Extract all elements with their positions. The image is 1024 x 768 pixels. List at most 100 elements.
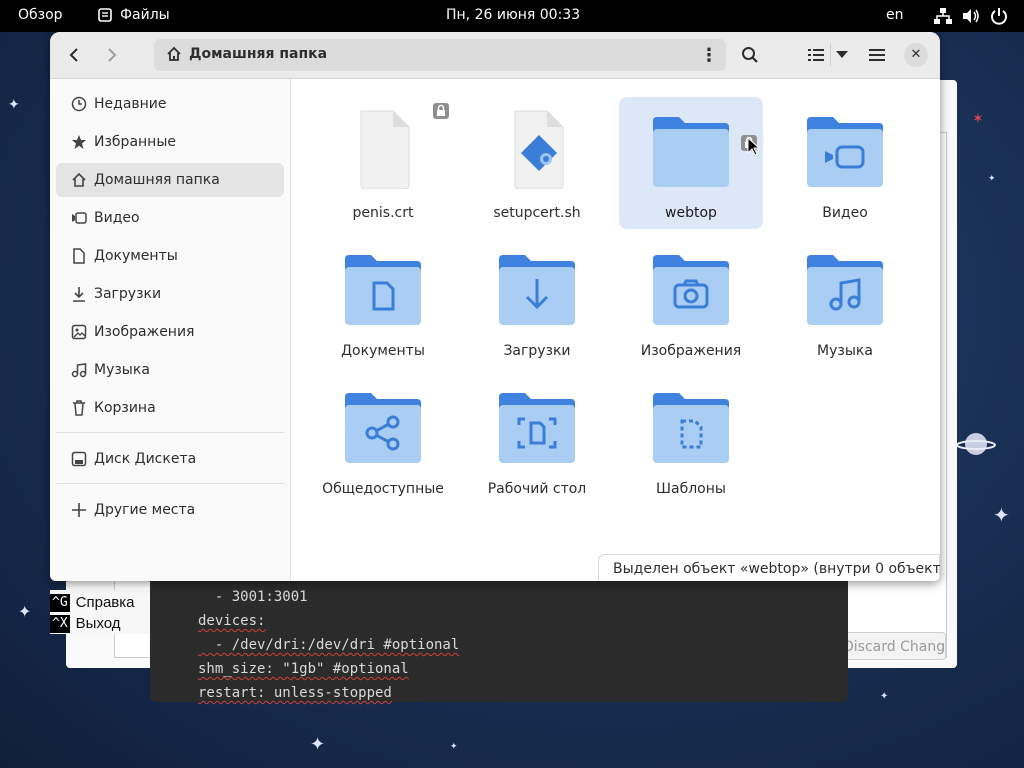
top-bar: Обзор Файлы Пн, 26 июня 00:33 en [0, 0, 1024, 32]
files-app-icon [98, 8, 112, 22]
close-icon: ✕ [910, 47, 922, 62]
planet-decoration [956, 433, 996, 455]
main-menu-button[interactable] [863, 41, 891, 69]
keyboard-layout-indicator[interactable]: en [886, 7, 904, 23]
file-item-setupcert-sh[interactable]: setupcert.sh [465, 97, 609, 229]
files-window: Домашняя папка ⋮ ✕ Недавние Избранные До… [50, 32, 940, 581]
terminal-editor[interactable]: - 3001:3001 devices: - /dev/dri:/dev/dri… [150, 580, 848, 702]
documents-folder-icon [345, 255, 421, 325]
list-view-button[interactable] [802, 41, 830, 69]
downloads-folder-icon [499, 255, 575, 325]
shortcut-key: ^X [50, 614, 70, 633]
sidebar-item-label: Недавние [94, 96, 167, 112]
code-line: devices: [198, 613, 266, 629]
sidebar-item-downloads[interactable]: Загрузки [56, 277, 284, 311]
sidebar-item-other-locations[interactable]: Другие места [56, 493, 284, 527]
sidebar-item-label: Домашняя папка [94, 172, 220, 188]
trash-icon [68, 400, 90, 416]
file-item-music[interactable]: Музыка [773, 235, 917, 367]
sidebar-item-videos[interactable]: Видео [56, 201, 284, 235]
file-item-desktop[interactable]: Рабочий стол [465, 373, 609, 505]
generic-file-icon [360, 110, 410, 189]
video-folder-icon [807, 117, 883, 187]
sidebar-item-label: Музыка [94, 362, 150, 378]
sidebar-item-floppy-disk[interactable]: Диск Дискета [56, 442, 284, 476]
sidebar-item-label: Документы [94, 248, 178, 264]
selection-status: Выделен объект «webtop» (внутри 0 объект… [598, 554, 940, 581]
code-line: - /dev/dri:/dev/dri #optional [198, 637, 460, 653]
star-decoration: ✦ [880, 691, 889, 702]
templates-folder-icon [653, 393, 729, 463]
path-label: Домашняя папка [189, 46, 328, 62]
forward-button[interactable] [98, 41, 126, 69]
file-item-webtop[interactable]: webtop [619, 97, 763, 229]
button-separator [830, 44, 831, 66]
file-name: webtop [665, 205, 717, 221]
mouse-cursor-icon [747, 137, 761, 156]
sidebar-item-label: Избранные [94, 134, 176, 150]
discard-changes-button[interactable]: Discard Changes [842, 632, 946, 660]
code-line: shm_size: "1gb" #optional [198, 661, 409, 677]
clock[interactable]: Пн, 26 июня 00:33 [446, 7, 580, 23]
music-icon [68, 362, 90, 378]
nano-exit-shortcut[interactable]: ^X Выход [50, 613, 121, 634]
file-item-pictures[interactable]: Изображения [619, 235, 763, 367]
script-file-icon [514, 110, 564, 189]
sidebar: Недавние Избранные Домашняя папка Видео … [50, 79, 291, 581]
power-icon[interactable] [990, 7, 1008, 25]
file-name: Музыка [817, 343, 873, 359]
file-name: penis.crt [352, 205, 414, 221]
back-button[interactable] [60, 41, 88, 69]
file-item-downloads[interactable]: Загрузки [465, 235, 609, 367]
sidebar-item-documents[interactable]: Документы [56, 239, 284, 273]
file-name: Изображения [640, 343, 742, 359]
public-folder-icon [345, 393, 421, 463]
star-decoration: ✦ [18, 602, 32, 621]
file-grid: penis.crt setupcert.sh webtop Видео Доку… [291, 79, 940, 581]
sidebar-item-pictures[interactable]: Изображения [56, 315, 284, 349]
nano-shortcuts: ^G Справка ^X Выход [50, 590, 150, 634]
search-button[interactable] [736, 41, 764, 69]
shortcut-key: ^G [50, 593, 70, 612]
file-name: Видео [822, 205, 868, 221]
sidebar-item-music[interactable]: Музыка [56, 353, 284, 387]
document-icon [68, 248, 90, 264]
volume-icon[interactable] [962, 8, 980, 24]
star-decoration: ✦ [988, 174, 996, 184]
star-decoration: ✦ [310, 734, 326, 755]
nano-help-shortcut[interactable]: ^G Справка [50, 592, 135, 613]
star-decoration: ✦ [993, 503, 1010, 527]
list-view-icon [808, 49, 824, 61]
music-folder-icon [807, 255, 883, 325]
close-button[interactable]: ✕ [904, 43, 928, 67]
sidebar-divider [56, 483, 284, 484]
sidebar-divider [56, 432, 284, 433]
star-icon [68, 134, 90, 150]
file-item-public[interactable]: Общедоступные [311, 373, 455, 505]
sidebar-item-recent[interactable]: Недавние [56, 87, 284, 121]
activities-button[interactable]: Обзор [18, 7, 63, 23]
app-menu-button[interactable]: Файлы [98, 7, 170, 23]
file-item-videos[interactable]: Видео [773, 97, 917, 229]
home-icon [68, 172, 90, 188]
video-icon [68, 211, 90, 225]
more-vertical-icon[interactable]: ⋮ [700, 45, 718, 66]
folder-icon [653, 117, 729, 187]
sidebar-item-trash[interactable]: Корзина [56, 391, 284, 425]
home-icon [167, 46, 181, 61]
chevron-down-icon [836, 51, 848, 58]
chevron-right-icon [108, 48, 117, 62]
network-icon[interactable] [934, 8, 952, 24]
sidebar-item-starred[interactable]: Избранные [56, 125, 284, 159]
file-name: Загрузки [503, 343, 571, 359]
sidebar-item-home[interactable]: Домашняя папка [56, 163, 284, 197]
sidebar-item-label: Изображения [94, 324, 195, 340]
header-bar: Домашняя папка ⋮ ✕ [50, 32, 940, 79]
file-item-templates[interactable]: Шаблоны [619, 373, 763, 505]
file-item-documents[interactable]: Документы [311, 235, 455, 367]
disk-icon [68, 451, 90, 467]
path-bar[interactable]: Домашняя папка ⋮ [154, 39, 726, 71]
code-line: restart: unless-stopped [198, 685, 392, 701]
view-options-button[interactable] [832, 41, 852, 69]
file-name: Рабочий стол [487, 481, 587, 497]
